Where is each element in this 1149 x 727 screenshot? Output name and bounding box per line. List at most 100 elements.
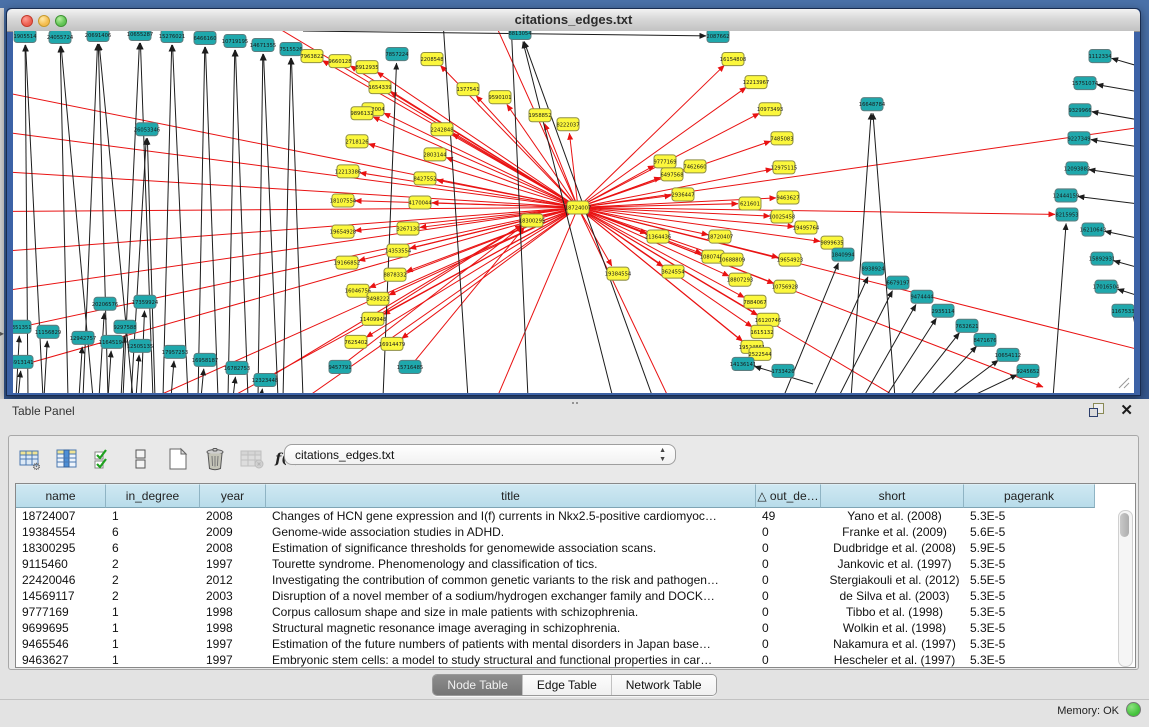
network-node[interactable]: 16958187 xyxy=(192,353,218,366)
network-table-select[interactable]: citations_edges.txt ▲▼ xyxy=(284,444,676,465)
network-edge[interactable] xyxy=(171,361,174,393)
network-node[interactable]: 10973493 xyxy=(757,103,783,116)
network-node[interactable]: 9329966 xyxy=(1068,104,1091,117)
network-node[interactable]: 8222037 xyxy=(556,118,579,131)
network-edge[interactable] xyxy=(283,58,291,393)
network-node[interactable]: 2087662 xyxy=(706,31,729,43)
network-node[interactable]: 2208548 xyxy=(420,53,443,66)
network-node[interactable]: 18807293 xyxy=(727,273,753,286)
network-graph[interactable]: 1872400718300295190551424055724206914061… xyxy=(13,31,1134,393)
network-node[interactable]: 2936447 xyxy=(671,188,694,201)
network-edge[interactable] xyxy=(136,355,139,393)
network-node[interactable]: 9351351 xyxy=(13,320,32,333)
network-node[interactable]: 9474444 xyxy=(910,290,934,303)
table-row[interactable]: 946362711997Embryonic stem cells: a mode… xyxy=(16,652,1135,668)
select-columns-icon[interactable] xyxy=(54,446,80,472)
network-edge[interactable] xyxy=(948,360,998,393)
vertical-scrollbar[interactable] xyxy=(1118,510,1133,667)
scrollbar-thumb[interactable] xyxy=(1120,513,1129,537)
network-node[interactable]: 4170044 xyxy=(408,196,432,209)
network-node[interactable]: 1377541 xyxy=(456,83,479,96)
network-edge[interactable] xyxy=(838,291,892,393)
network-node[interactable]: 9660128 xyxy=(328,55,351,68)
network-node[interactable]: 1840994 xyxy=(831,248,855,261)
network-edge[interactable] xyxy=(1105,231,1134,237)
network-edge[interactable] xyxy=(291,58,303,393)
resize-grip-icon[interactable] xyxy=(1119,378,1129,388)
table-row[interactable]: 1456911722003Disruption of a novel membe… xyxy=(16,588,1135,604)
network-edge[interactable] xyxy=(264,54,278,393)
network-edge[interactable] xyxy=(303,31,706,36)
network-edge[interactable] xyxy=(26,45,43,393)
network-node[interactable]: 1958852 xyxy=(528,109,551,122)
network-node[interactable]: 9297588 xyxy=(113,320,136,333)
network-node[interactable]: 7515526 xyxy=(279,43,302,56)
network-edge[interactable] xyxy=(13,207,578,371)
network-node[interactable]: 21364436 xyxy=(645,230,671,243)
network-node[interactable]: 8813054 xyxy=(508,31,532,40)
network-node[interactable]: 14671355 xyxy=(250,39,276,52)
network-node[interactable]: 3913141 xyxy=(13,355,34,368)
network-node[interactable]: 1905514 xyxy=(13,31,37,43)
import-table-icon[interactable] xyxy=(239,446,265,472)
new-table-icon[interactable] xyxy=(165,446,191,472)
network-node[interactable]: 24055724 xyxy=(47,31,74,44)
network-edge[interactable] xyxy=(44,341,47,393)
network-node[interactable]: 11409948 xyxy=(360,312,386,325)
network-node[interactable]: 6497568 xyxy=(660,168,683,181)
network-node[interactable]: 12213967 xyxy=(743,76,769,89)
network-node[interactable]: 9227349 xyxy=(1067,132,1090,145)
network-edge[interactable] xyxy=(578,166,654,208)
network-edge[interactable] xyxy=(18,371,21,393)
network-edge[interactable] xyxy=(163,45,172,393)
network-node[interactable]: 26053346 xyxy=(134,123,160,136)
network-node[interactable]: 1615132 xyxy=(750,325,773,338)
network-edge[interactable] xyxy=(13,207,578,331)
network-node[interactable]: 621601 xyxy=(739,197,761,210)
network-edge[interactable] xyxy=(1089,170,1134,177)
network-node[interactable]: 12444159 xyxy=(1053,189,1079,202)
network-edge[interactable] xyxy=(908,333,959,393)
network-node[interactable]: 10655287 xyxy=(127,31,153,41)
network-node[interactable]: 9590101 xyxy=(488,91,511,104)
network-node[interactable]: 15276021 xyxy=(159,31,185,43)
network-node[interactable]: 16648784 xyxy=(859,98,886,111)
network-node[interactable]: 15751074 xyxy=(1072,77,1099,90)
tab-edge-table[interactable]: Edge Table xyxy=(523,675,612,695)
network-node[interactable]: 20691406 xyxy=(85,31,111,42)
network-edge[interactable] xyxy=(402,207,578,338)
network-node[interactable]: 7462660 xyxy=(683,160,706,173)
network-node[interactable]: 12505135 xyxy=(127,339,153,352)
column-header-short[interactable]: short xyxy=(821,484,964,508)
network-edge[interactable] xyxy=(108,351,111,393)
network-node[interactable]: 20206576 xyxy=(92,297,118,310)
select-all-icon[interactable] xyxy=(91,446,117,472)
network-node[interactable]: 15716485 xyxy=(397,360,423,373)
network-node[interactable]: 1112334 xyxy=(1088,50,1112,63)
network-node[interactable]: 14136141 xyxy=(730,357,756,370)
column-header-in_degree[interactable]: in_degree xyxy=(106,484,200,508)
network-node[interactable]: 9463627 xyxy=(776,191,799,204)
network-edge[interactable] xyxy=(13,207,578,211)
network-edge[interactable] xyxy=(79,347,82,393)
network-node[interactable]: 10719195 xyxy=(222,35,248,48)
column-header-title[interactable]: title xyxy=(266,484,756,508)
network-edge[interactable] xyxy=(205,47,218,393)
network-edge[interactable] xyxy=(235,50,248,393)
network-node[interactable]: 7632621 xyxy=(955,319,978,332)
column-header-pagerank[interactable]: pagerank xyxy=(964,484,1095,508)
network-edge[interactable] xyxy=(1114,261,1134,267)
network-node[interactable]: 8912935 xyxy=(355,61,378,74)
network-node[interactable]: 3624554 xyxy=(661,265,685,278)
network-node[interactable]: 16154808 xyxy=(720,53,746,66)
close-icon[interactable]: ✕ xyxy=(1120,401,1133,419)
network-node[interactable]: 18107554 xyxy=(330,194,357,207)
column-header-out_de[interactable]: △ out_de… xyxy=(756,484,821,508)
network-node[interactable]: 8938924 xyxy=(861,262,885,275)
tab-node-table[interactable]: Node Table xyxy=(433,675,523,695)
network-edge[interactable] xyxy=(928,346,977,393)
tab-network-table[interactable]: Network Table xyxy=(612,675,716,695)
table-row[interactable]: 1872400712008Changes of HCN gene express… xyxy=(16,508,1135,524)
network-node[interactable]: 19166852 xyxy=(334,256,360,269)
network-node[interactable]: 10025458 xyxy=(769,210,795,223)
